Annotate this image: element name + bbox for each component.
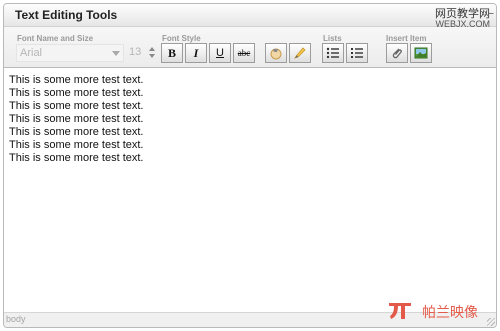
highlight-button[interactable] [289,43,311,63]
font-color-icon [270,48,282,60]
insert-image-button[interactable] [410,43,432,63]
logo-text: 帕兰映像 [422,305,478,321]
spin-down-icon[interactable] [149,54,155,58]
editor-line: This is some more test text. [9,126,144,138]
font-size-stepper[interactable]: 13 [127,44,155,62]
editor-panel: Text Editing Tools 网页教学网 WEBJX.COM − Fon… [3,3,497,328]
spin-up-icon[interactable] [149,47,155,51]
bullet-list-icon [326,47,339,59]
editor-line: This is some more test text. [9,152,144,164]
image-icon [414,47,428,59]
formatting-toolbar: Font Name and Size Arial 13 Font Style B… [4,27,496,68]
editor-line: This is some more test text. [9,113,144,125]
font-size-value: 13 [129,46,142,58]
strikethrough-button[interactable]: abc [233,43,255,63]
editor-line: This is some more test text. [9,100,144,112]
lists-label: Lists [323,34,342,43]
font-color-button[interactable] [265,43,287,63]
font-name-value: Arial [20,47,43,59]
font-group-label: Font Name and Size [17,34,94,43]
font-style-label: Font Style [162,34,201,43]
numbered-list-button[interactable] [346,43,368,63]
editor-line: This is some more test text. [9,139,144,151]
underline-button[interactable]: U [209,43,231,63]
editor-line: This is some more test text. [9,87,144,99]
element-path: body [6,314,26,324]
bulleted-list-button[interactable] [322,43,344,63]
text-editor-area[interactable]: This is some more test text. This is som… [5,68,495,312]
collapse-button[interactable]: − [488,8,494,20]
editor-line: This is some more test text. [9,74,144,86]
watermark-cn: 网页教学网 [435,7,490,20]
resize-grip-icon[interactable] [487,318,495,326]
numbered-list-icon [351,48,363,58]
panel-titlebar: Text Editing Tools 网页教学网 WEBJX.COM − [4,4,496,29]
paperclip-icon [392,48,402,59]
insert-link-button[interactable] [386,43,408,63]
insert-item-label: Insert Item [386,34,427,43]
font-name-select[interactable]: Arial [16,44,124,62]
bold-button[interactable]: B [161,43,183,63]
logo-mark-icon [389,303,411,319]
highlighter-icon [294,47,306,59]
italic-button[interactable]: I [185,43,207,63]
panel-title: Text Editing Tools [15,8,118,22]
chevron-down-icon [112,51,120,56]
